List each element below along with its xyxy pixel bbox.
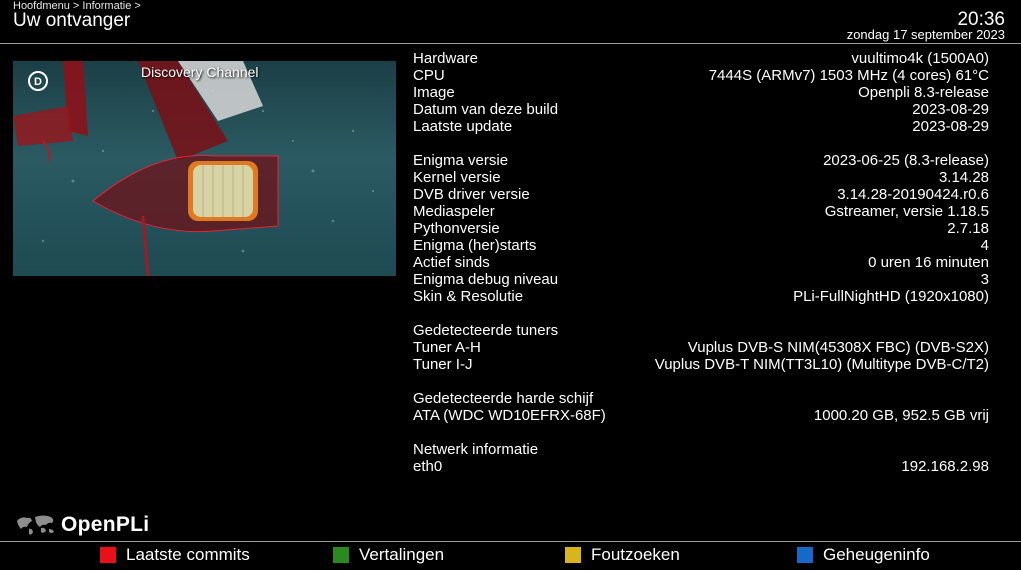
info-value: 3.14.28-20190424.r0.6 <box>837 186 989 203</box>
info-value: 3 <box>980 271 989 288</box>
channel-name: Discovery Channel <box>141 64 259 80</box>
info-row-cpu: CPU 7444S (ARMv7) 1503 MHz (4 cores) 61°C <box>413 67 989 84</box>
info-row-hdd: ATA (WDC WD10EFRX-68F) 1000.20 GB, 952.5 … <box>413 407 989 424</box>
footer-divider <box>0 541 1021 542</box>
blue-key-icon <box>797 547 813 563</box>
info-row-image: Image Openpli 8.3-release <box>413 84 989 101</box>
info-label: DVB driver versie <box>413 186 530 203</box>
section-heading-tuners: Gedetecteerde tuners <box>413 322 989 339</box>
info-row-python: Pythonversie 2.7.18 <box>413 220 989 237</box>
info-label: Enigma (her)starts <box>413 237 537 254</box>
brand-name: OpenPLi <box>61 513 150 536</box>
section-heading-hdd: Gedetecteerde harde schijf <box>413 390 989 407</box>
page-title: Uw ontvanger <box>13 10 131 31</box>
info-value: 2.7.18 <box>947 220 989 237</box>
header-divider <box>0 43 1021 44</box>
info-label: Hardware <box>413 50 479 67</box>
info-row-skin: Skin & Resolutie PLi-FullNightHD (1920x10… <box>413 288 989 305</box>
info-row-hardware: Hardware vuultimo4k (1500A0) <box>413 50 989 67</box>
info-row-enigma-version: Enigma versie 2023-06-25 (8.3-release) <box>413 152 989 169</box>
info-row-dvb-driver: DVB driver versie 3.14.28-20190424.r0.6 <box>413 186 989 203</box>
yellow-button-debugging[interactable]: Foutzoeken <box>565 545 680 565</box>
info-label: Enigma versie <box>413 152 509 169</box>
world-map-icon <box>17 515 54 535</box>
info-value: 0 uren 16 minuten <box>868 254 989 271</box>
info-label: Kernel versie <box>413 169 501 186</box>
info-value: 7444S (ARMv7) 1503 MHz (4 cores) 61°C <box>708 67 989 84</box>
openpli-logo: OpenPLi <box>15 513 149 537</box>
info-row-active-since: Actief sinds 0 uren 16 minuten <box>413 254 989 271</box>
info-value: 2023-08-29 <box>912 101 989 118</box>
section-heading: Gedetecteerde harde schijf <box>413 390 594 407</box>
receiver-info-list: Hardware vuultimo4k (1500A0) CPU 7444S (AR… <box>413 50 989 475</box>
section-heading: Netwerk informatie <box>413 441 539 458</box>
button-label: Laatste commits <box>126 545 250 564</box>
info-label: CPU <box>413 67 445 84</box>
clock-date: zondag 17 september 2023 <box>846 27 1005 42</box>
info-label: Pythonversie <box>413 220 500 237</box>
yellow-key-icon <box>565 547 581 563</box>
button-label: Vertalingen <box>359 545 445 564</box>
info-value: 4 <box>980 237 989 254</box>
info-value: vuultimo4k (1500A0) <box>851 50 989 67</box>
info-value: Vuplus DVB-T NIM(TT3L10) (Multitype DVB-… <box>654 356 989 373</box>
info-value: 2023-06-25 (8.3-release) <box>823 152 989 169</box>
info-value: PLi-FullNightHD (1920x1080) <box>793 288 989 305</box>
svg-text:D: D <box>34 76 42 88</box>
info-label: Tuner A-H <box>413 339 481 356</box>
info-row-build-date: Datum van deze build 2023-08-29 <box>413 101 989 118</box>
info-label: Laatste update <box>413 118 513 135</box>
info-row-debug-level: Enigma debug niveau 3 <box>413 271 989 288</box>
info-row-kernel-version: Kernel versie 3.14.28 <box>413 169 989 186</box>
video-frame-artwork <box>13 61 375 276</box>
green-button-translations[interactable]: Vertalingen <box>333 545 444 565</box>
info-label: Mediaspeler <box>413 203 495 220</box>
info-label: Tuner I-J <box>413 356 473 373</box>
blue-button-memory-info[interactable]: Geheugeninfo <box>797 545 930 565</box>
button-label: Geheugeninfo <box>823 545 930 564</box>
info-label: Skin & Resolutie <box>413 288 524 305</box>
green-key-icon <box>333 547 349 563</box>
button-label: Foutzoeken <box>591 545 680 564</box>
info-label: Enigma debug niveau <box>413 271 559 288</box>
info-value: Vuplus DVB-S NIM(45308X FBC) (DVB-S2X) <box>687 339 989 356</box>
info-label: eth0 <box>413 458 443 475</box>
info-value: Openpli 8.3-release <box>858 84 989 101</box>
info-row-tuner-i-j: Tuner I-J Vuplus DVB-T NIM(TT3L10) (Multi… <box>413 356 989 373</box>
info-row-last-update: Laatste update 2023-08-29 <box>413 118 989 135</box>
color-button-bar: Laatste commits Vertalingen Foutzoeken G… <box>0 543 1021 570</box>
info-label: Actief sinds <box>413 254 490 271</box>
info-row-tuner-a-h: Tuner A-H Vuplus DVB-S NIM(45308X FBC) (D… <box>413 339 989 356</box>
info-row-mediaplayer: Mediaspeler Gstreamer, versie 1.18.5 <box>413 203 989 220</box>
section-heading: Gedetecteerde tuners <box>413 322 559 339</box>
info-label: ATA (WDC WD10EFRX-68F) <box>413 407 606 424</box>
info-value: 3.14.28 <box>938 169 989 186</box>
discovery-logo-icon: D <box>27 70 49 92</box>
info-value: 1000.20 GB, 952.5 GB vrij <box>813 407 989 424</box>
info-value: 192.168.2.98 <box>901 458 989 475</box>
info-value: 2023-08-29 <box>912 118 989 135</box>
info-value: Gstreamer, versie 1.18.5 <box>824 203 989 220</box>
info-label: Image <box>413 84 455 101</box>
video-preview: D Discovery Channel <box>13 61 396 276</box>
info-row-restarts: Enigma (her)starts 4 <box>413 237 989 254</box>
red-button-latest-commits[interactable]: Laatste commits <box>100 545 250 565</box>
info-row-eth0: eth0 192.168.2.98 <box>413 458 989 475</box>
section-heading-network: Netwerk informatie <box>413 441 989 458</box>
info-label: Datum van deze build <box>413 101 559 118</box>
red-key-icon <box>100 547 116 563</box>
